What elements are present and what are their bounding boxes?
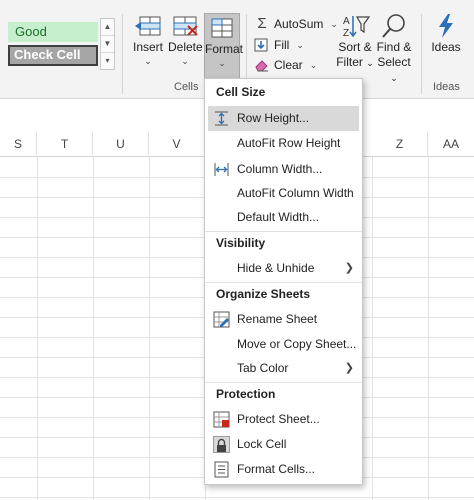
fill-button[interactable]: Fill ⌄ — [254, 36, 304, 54]
ideas-group-label: Ideas — [433, 81, 460, 93]
group-separator — [122, 14, 123, 94]
menu-item-move-copy-sheet[interactable]: Move or Copy Sheet... — [205, 332, 362, 357]
format-cells-dialog-icon — [213, 461, 230, 478]
sort-filter-label-2: Filter — [336, 55, 363, 69]
style-check-cell[interactable]: Check Cell — [8, 45, 98, 66]
delete-cells-icon — [168, 12, 202, 40]
format-button[interactable]: Format ⌄ — [204, 13, 244, 79]
chevron-right-icon: ❯ — [344, 362, 354, 374]
fill-down-icon — [254, 38, 270, 52]
grid-line — [428, 157, 429, 500]
chevron-down-icon: ⌄ — [366, 58, 374, 68]
ideas-label: Ideas — [431, 40, 461, 54]
grid-line — [37, 157, 38, 500]
menu-item-lock-cell[interactable]: Lock Cell — [205, 432, 362, 457]
menu-item-label: Column Width... — [237, 162, 323, 176]
menu-item-label: Hide & Unhide — [237, 261, 315, 275]
grid-line — [93, 157, 94, 500]
delete-button[interactable]: Delete ⌄ — [168, 12, 203, 78]
column-header-s[interactable]: S — [0, 131, 37, 157]
gallery-down-icon[interactable]: ▼ — [101, 36, 114, 53]
section-header-cell-size: Cell Size — [216, 85, 266, 99]
section-header-visibility: Visibility — [216, 236, 266, 250]
find-select-label-2: Select — [377, 55, 411, 69]
section-header-protection: Protection — [216, 387, 276, 401]
menu-item-label: Move or Copy Sheet... — [237, 337, 357, 351]
column-width-icon — [213, 161, 230, 178]
menu-item-hide-unhide[interactable]: Hide & Unhide ❯ — [205, 256, 362, 281]
menu-item-autofit-row-height[interactable]: AutoFit Row Height — [205, 131, 362, 156]
chevron-down-icon: ⌄ — [309, 60, 318, 70]
row-height-icon — [213, 110, 230, 127]
rename-sheet-icon — [213, 311, 230, 328]
menu-item-autofit-column-width[interactable]: AutoFit Column Width — [205, 181, 362, 206]
find-select-label-1: Find & — [376, 40, 412, 54]
autosum-button[interactable]: Σ AutoSum ⌄ — [254, 15, 338, 33]
grid-line — [0, 497, 474, 498]
sort-filter-button[interactable]: A Z Sort & Filter ⌄ — [336, 12, 374, 78]
column-header-u[interactable]: U — [93, 131, 149, 157]
svg-text:A: A — [343, 16, 350, 27]
column-header-v[interactable]: V — [149, 131, 205, 157]
chevron-down-icon: ⌄ — [181, 56, 189, 66]
menu-item-label: Row Height... — [237, 111, 310, 125]
gallery-up-icon[interactable]: ▲ — [101, 19, 114, 36]
style-good[interactable]: Good — [8, 22, 98, 42]
menu-item-label: Protect Sheet... — [237, 412, 320, 426]
svg-text:Z: Z — [343, 28, 349, 39]
menu-item-format-cells[interactable]: Format Cells... — [205, 457, 362, 482]
sort-filter-label-1: Sort & — [338, 40, 372, 54]
menu-item-tab-color[interactable]: Tab Color ❯ — [205, 356, 362, 381]
grid-line — [149, 157, 150, 500]
column-header-aa[interactable]: AA — [428, 131, 474, 157]
clear-button[interactable]: Clear ⌄ — [254, 56, 317, 74]
grid-line — [372, 157, 373, 500]
chevron-down-icon: ⌄ — [218, 58, 226, 68]
menu-item-rename-sheet[interactable]: Rename Sheet — [205, 307, 362, 332]
find-select-button[interactable]: Find & Select ⌄ — [375, 12, 413, 83]
group-separator — [421, 14, 422, 94]
ideas-button[interactable]: Ideas — [428, 12, 464, 78]
cells-group-label: Cells — [174, 81, 199, 93]
section-header-organize-sheets: Organize Sheets — [216, 287, 311, 301]
lock-icon — [213, 436, 230, 453]
menu-item-protect-sheet[interactable]: Protect Sheet... — [205, 407, 362, 432]
chevron-down-icon: ⌄ — [296, 40, 304, 50]
clear-label: Clear — [274, 58, 303, 72]
menu-item-label: Format Cells... — [237, 462, 316, 476]
autosum-label: AutoSum — [274, 17, 324, 31]
gallery-more-icon[interactable]: ▾ — [101, 53, 114, 70]
format-cells-icon — [205, 14, 239, 42]
menu-item-label: Lock Cell — [237, 437, 287, 451]
menu-item-column-width[interactable]: Column Width... — [205, 157, 362, 182]
fill-label: Fill — [274, 38, 290, 52]
eraser-icon — [254, 58, 270, 72]
insert-cells-icon — [131, 12, 165, 40]
menu-item-default-width[interactable]: Default Width... — [205, 205, 362, 230]
styles-gallery-scroll[interactable]: ▲ ▼ ▾ — [100, 18, 115, 70]
sort-filter-icon: A Z — [336, 12, 374, 40]
sigma-icon: Σ — [257, 15, 267, 32]
menu-item-label: AutoFit Column Width — [237, 186, 354, 200]
menu-item-label: AutoFit Row Height — [237, 136, 341, 150]
lightning-icon — [428, 12, 464, 40]
sort-filter-label-row: Filter ⌄ — [336, 55, 374, 71]
menu-item-row-height[interactable]: Row Height... — [208, 106, 359, 131]
chevron-right-icon: ❯ — [344, 262, 354, 274]
menu-item-label: Tab Color — [237, 361, 289, 375]
find-select-label-row: Select ⌄ — [375, 55, 413, 86]
column-header-z[interactable]: Z — [372, 131, 428, 157]
magnifier-icon — [375, 12, 413, 40]
chevron-down-icon: ⌄ — [144, 56, 152, 66]
protect-sheet-icon — [213, 411, 230, 428]
menu-item-label: Rename Sheet — [237, 312, 318, 326]
format-dropdown-menu: Cell Size Row Height... AutoFit Row Heig… — [204, 78, 363, 485]
format-label: Format — [205, 42, 244, 56]
menu-item-label: Default Width... — [237, 210, 320, 224]
insert-button[interactable]: Insert ⌄ — [131, 12, 165, 78]
delete-label: Delete — [168, 40, 203, 54]
chevron-down-icon: ⌄ — [390, 73, 398, 83]
insert-label: Insert — [132, 40, 163, 54]
column-header-t[interactable]: T — [37, 131, 93, 157]
